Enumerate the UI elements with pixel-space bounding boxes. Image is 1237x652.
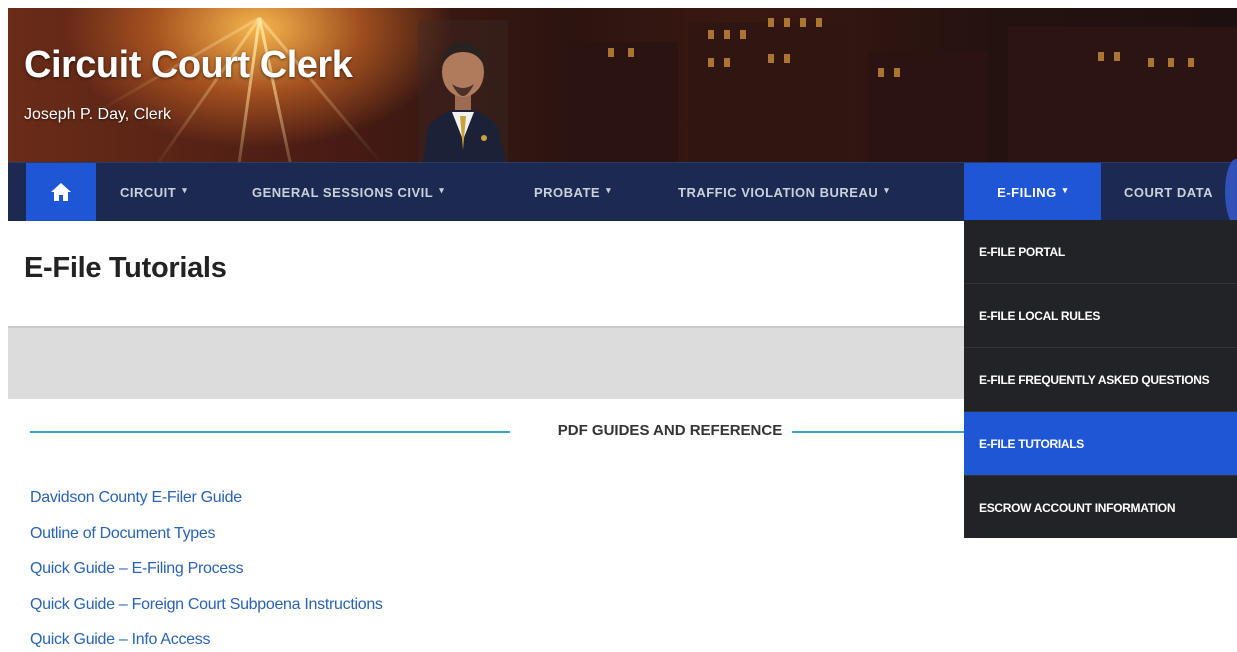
caret-down-icon: ▾ xyxy=(182,184,188,195)
link-outline-of-document-types[interactable]: Outline of Document Types xyxy=(30,524,383,560)
dropdown-item-escrow-account-information[interactable]: ESCROW ACCOUNT INFORMATION xyxy=(964,476,1237,540)
nav-item-label: PROBATE xyxy=(534,184,601,200)
caret-down-icon: ▾ xyxy=(606,184,612,195)
main-nav: CIRCUIT ▾ GENERAL SESSIONS CIVIL ▾ PROBATE… xyxy=(8,159,1237,225)
link-davidson-county-e-filer-guide[interactable]: Davidson County E-Filer Guide xyxy=(30,488,383,524)
section-heading: PDF GUIDES AND REFERENCE xyxy=(30,420,990,442)
dropdown-item-e-file-faq[interactable]: E-FILE FREQUENTLY ASKED QUESTIONS xyxy=(964,348,1237,412)
link-quick-guide-info-access[interactable]: Quick Guide – Info Access xyxy=(30,630,383,652)
link-quick-guide-e-filing-process[interactable]: Quick Guide – E-Filing Process xyxy=(30,559,383,595)
link-quick-guide-foreign-court-subpoena[interactable]: Quick Guide – Foreign Court Subpoena Ins… xyxy=(30,595,383,631)
divider-line xyxy=(792,431,990,433)
nav-item-label: GENERAL SESSIONS CIVIL xyxy=(252,184,434,200)
clerk-portrait xyxy=(418,20,508,162)
caret-down-icon: ▾ xyxy=(439,184,445,195)
nav-item-e-filing[interactable]: E-FILING ▾ xyxy=(964,163,1101,221)
nav-item-label: E-FILING xyxy=(997,184,1057,200)
divider-line xyxy=(30,431,510,433)
nav-item-circuit[interactable]: CIRCUIT ▾ xyxy=(120,163,187,221)
header-banner: Circuit Court Clerk Joseph P. Day, Clerk xyxy=(8,8,1237,162)
nav-item-label: CIRCUIT xyxy=(120,184,177,200)
nav-item-court-data[interactable]: COURT DATA xyxy=(1124,163,1213,221)
page-title: E-File Tutorials xyxy=(24,252,227,284)
nav-item-label: TRAFFIC VIOLATION BUREAU xyxy=(678,184,879,200)
nav-home[interactable] xyxy=(26,163,96,221)
home-icon xyxy=(51,183,71,201)
dropdown-item-e-file-portal[interactable]: E-FILE PORTAL xyxy=(964,220,1237,284)
scroll-button[interactable] xyxy=(1225,159,1237,225)
site-subtitle: Joseph P. Day, Clerk xyxy=(24,106,172,123)
page: Circuit Court Clerk Joseph P. Day, Clerk… xyxy=(8,8,1237,652)
e-filing-dropdown: E-FILE PORTAL E-FILE LOCAL RULES E-FILE … xyxy=(964,220,1237,538)
site-title[interactable]: Circuit Court Clerk xyxy=(24,44,353,87)
caret-down-icon: ▾ xyxy=(1062,184,1068,195)
guide-links: Davidson County E-Filer Guide Outline of… xyxy=(30,488,383,652)
nav-item-label: COURT DATA xyxy=(1124,184,1214,200)
caret-down-icon: ▾ xyxy=(884,184,890,195)
section-heading-label: PDF GUIDES AND REFERENCE xyxy=(557,422,783,439)
dropdown-item-e-file-tutorials[interactable]: E-FILE TUTORIALS xyxy=(964,412,1237,476)
nav-item-traffic-violation-bureau[interactable]: TRAFFIC VIOLATION BUREAU ▾ xyxy=(678,163,889,221)
dropdown-item-e-file-local-rules[interactable]: E-FILE LOCAL RULES xyxy=(964,284,1237,348)
nav-item-general-sessions-civil[interactable]: GENERAL SESSIONS CIVIL ▾ xyxy=(252,163,444,221)
nav-item-probate[interactable]: PROBATE ▾ xyxy=(534,163,611,221)
